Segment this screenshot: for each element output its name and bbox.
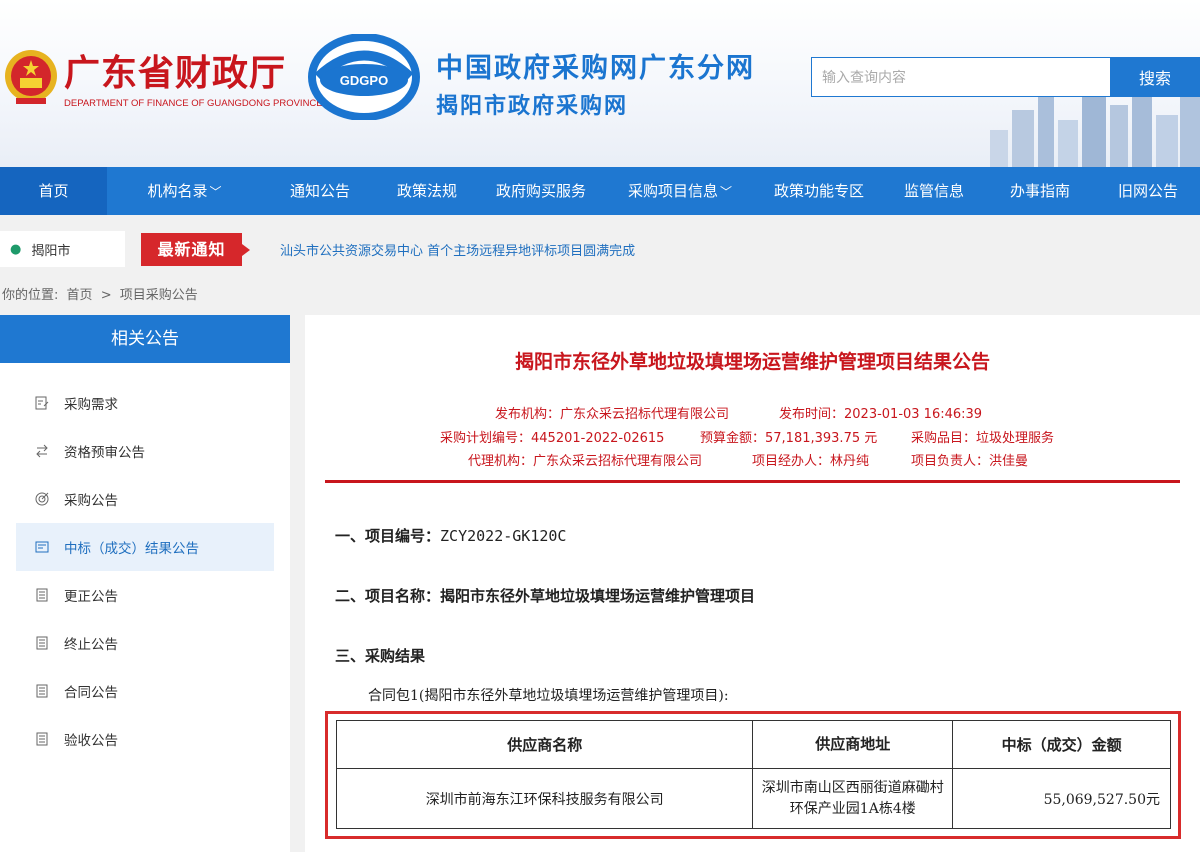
finance-department-subtitle: DEPARTMENT OF FINANCE OF GUANGDONG PROVI… — [64, 98, 323, 109]
site-header: 广东省财政厅 DEPARTMENT OF FINANCE OF GUANGDON… — [0, 0, 1200, 167]
document-edit-icon — [34, 395, 50, 411]
breadcrumb-home[interactable]: 首页 — [67, 288, 93, 303]
meta-budget: 预算金额：57,181,393.75 元 — [700, 431, 878, 446]
breadcrumb-separator: > — [100, 288, 112, 303]
sidebar-item-corrections[interactable]: 更正公告 — [16, 571, 274, 619]
nav-item-supervision[interactable]: 监管信息 — [884, 167, 984, 215]
header-supplier-name: 供应商名称 — [335, 720, 754, 769]
search-button[interactable]: 搜索 — [1110, 57, 1200, 97]
document-lines-icon — [34, 731, 50, 747]
chevron-down-icon: ﹀ — [720, 185, 733, 199]
nav-item-old-notices[interactable]: 旧网公告 — [1096, 167, 1200, 215]
breadcrumb: 你的位置: 首页 > 项目采购公告 — [2, 284, 202, 303]
meta-plan-number: 采购计划编号：445201-2022-02615 — [440, 431, 665, 446]
sidebar-item-contracts[interactable]: 合同公告 — [16, 667, 274, 715]
nav-item-gov-services[interactable]: 政府购买服务 — [476, 167, 606, 215]
document-lines-icon — [34, 635, 50, 651]
finance-department-title: 广东省财政厅 — [64, 52, 287, 94]
sidebar-list: 采购需求 资格预审公告 采购公告 中标（成交）结果公告 更正公告 终止公告 合同… — [0, 363, 290, 763]
section-project-name: 二、项目名称：揭阳市东径外草地垃圾填埋场运营维护管理项目 — [335, 587, 756, 605]
meta-manager: 项目负责人：洪佳曼 — [911, 454, 1029, 469]
swap-arrows-icon — [34, 443, 50, 459]
sidebar-item-award-results[interactable]: 中标（成交）结果公告 — [16, 523, 274, 571]
supplier-address-cell: 深圳市南山区西丽街道麻磡村环保产业园1A栋4楼 — [752, 768, 954, 829]
nav-item-project-info[interactable]: 采购项目信息 ﹀ — [606, 167, 754, 215]
sidebar-item-prequalification[interactable]: 资格预审公告 — [16, 427, 274, 475]
sidebar-item-label: 终止公告 — [64, 637, 118, 653]
meta-publish-time: 发布时间：2023-01-03 16:46:39 — [779, 407, 983, 422]
table-header-row: 供应商名称 供应商地址 中标（成交）金额 — [335, 720, 1171, 769]
sidebar-item-label: 中标（成交）结果公告 — [64, 541, 199, 557]
location-pin-icon: ● — [10, 241, 22, 257]
national-emblem-icon — [5, 50, 57, 104]
award-amount-cell: 55,069,527.50元 — [952, 768, 1171, 829]
search-input[interactable] — [811, 57, 1111, 97]
nav-item-directory[interactable]: 机构名录 ﹀ — [107, 167, 262, 215]
meta-category: 采购品目：垃圾处理服务 — [911, 431, 1055, 446]
sidebar-item-label: 更正公告 — [64, 589, 118, 605]
nav-item-guide[interactable]: 办事指南 — [984, 167, 1096, 215]
gdgpo-logo-text: GDGPO — [340, 73, 388, 88]
result-table: 供应商名称 供应商地址 中标（成交）金额 深圳市前海东江环保科技服务有限公司 深… — [335, 720, 1171, 829]
latest-notice-badge: 最新通知 — [141, 233, 250, 266]
sidebar-item-procurement[interactable]: 采购公告 — [16, 475, 274, 523]
chevron-down-icon: ﹀ — [209, 185, 222, 199]
location-selector[interactable]: ● 揭阳市 — [0, 231, 125, 267]
project-number-value: ZCY2022-GK120C — [440, 527, 567, 545]
nav-item-notices[interactable]: 通知公告 — [262, 167, 378, 215]
breadcrumb-prefix: 你的位置: — [2, 288, 59, 303]
supplier-name-cell: 深圳市前海东江环保科技服务有限公司 — [335, 768, 754, 829]
main-nav: 首页 机构名录 ﹀ 通知公告 政策法规 政府购买服务 采购项目信息 ﹀ 政策功能专区… — [0, 167, 1200, 215]
nav-item-policy-zone[interactable]: 政策功能专区 — [754, 167, 884, 215]
nav-item-policies[interactable]: 政策法规 — [378, 167, 476, 215]
document-lines-icon — [34, 587, 50, 603]
article-panel: 揭阳市东径外草地垃圾填埋场运营维护管理项目结果公告 发布机构：广东众采云招标代理… — [305, 315, 1200, 852]
meta-publisher: 发布机构：广东众采云招标代理有限公司 — [495, 407, 730, 422]
section-procurement-result: 三、采购结果 — [335, 647, 426, 665]
table-row: 深圳市前海东江环保科技服务有限公司 深圳市南山区西丽街道麻磡村环保产业园1A栋4… — [335, 768, 1171, 829]
article-title: 揭阳市东径外草地垃圾填埋场运营维护管理项目结果公告 — [514, 351, 990, 373]
sidebar-item-label: 采购需求 — [64, 397, 118, 413]
sidebar-item-label: 采购公告 — [64, 493, 118, 509]
section-project-number: 一、项目编号：ZCY2022-GK120C — [335, 527, 567, 545]
contract-package-label: 合同包1(揭阳市东径外草地垃圾填埋场运营维护管理项目): — [368, 688, 729, 704]
meta-agency: 代理机构：广东众采云招标代理有限公司 — [468, 454, 703, 469]
header-award-amount: 中标（成交）金额 — [952, 720, 1171, 769]
breadcrumb-current[interactable]: 项目采购公告 — [120, 288, 198, 303]
sidebar-item-label: 资格预审公告 — [64, 445, 145, 461]
sidebar: 相关公告 采购需求 资格预审公告 采购公告 中标（成交）结果公告 更正公告 终止… — [0, 315, 290, 852]
notice-bar: ● 揭阳市 最新通知 汕头市公共资源交易中心 首个主场远程异地评标项目圆满完成 — [0, 215, 1200, 283]
document-stack-icon — [34, 539, 50, 555]
result-highlight-box: 供应商名称 供应商地址 中标（成交）金额 深圳市前海东江环保科技服务有限公司 深… — [325, 711, 1181, 839]
target-icon — [34, 491, 50, 507]
nav-item-home[interactable]: 首页 — [0, 167, 107, 215]
sidebar-item-termination[interactable]: 终止公告 — [16, 619, 274, 667]
sidebar-item-requirements[interactable]: 采购需求 — [16, 379, 274, 427]
document-lines-icon — [34, 683, 50, 699]
header-supplier-address: 供应商地址 — [752, 720, 954, 769]
sidebar-item-acceptance[interactable]: 验收公告 — [16, 715, 274, 763]
portal-subtitle: 揭阳市政府采购网 — [436, 94, 629, 119]
title-divider — [325, 480, 1180, 483]
gdgpo-logo: GDGPO — [308, 34, 420, 120]
location-label: 揭阳市 — [31, 243, 71, 259]
portal-title: 中国政府采购网广东分网 — [436, 53, 755, 84]
latest-notice-link[interactable]: 汕头市公共资源交易中心 首个主场远程异地评标项目圆满完成 — [280, 240, 635, 259]
meta-handler: 项目经办人：林丹纯 — [752, 454, 870, 469]
sidebar-title: 相关公告 — [0, 315, 290, 363]
sidebar-item-label: 合同公告 — [64, 685, 118, 701]
sidebar-item-label: 验收公告 — [64, 733, 118, 749]
